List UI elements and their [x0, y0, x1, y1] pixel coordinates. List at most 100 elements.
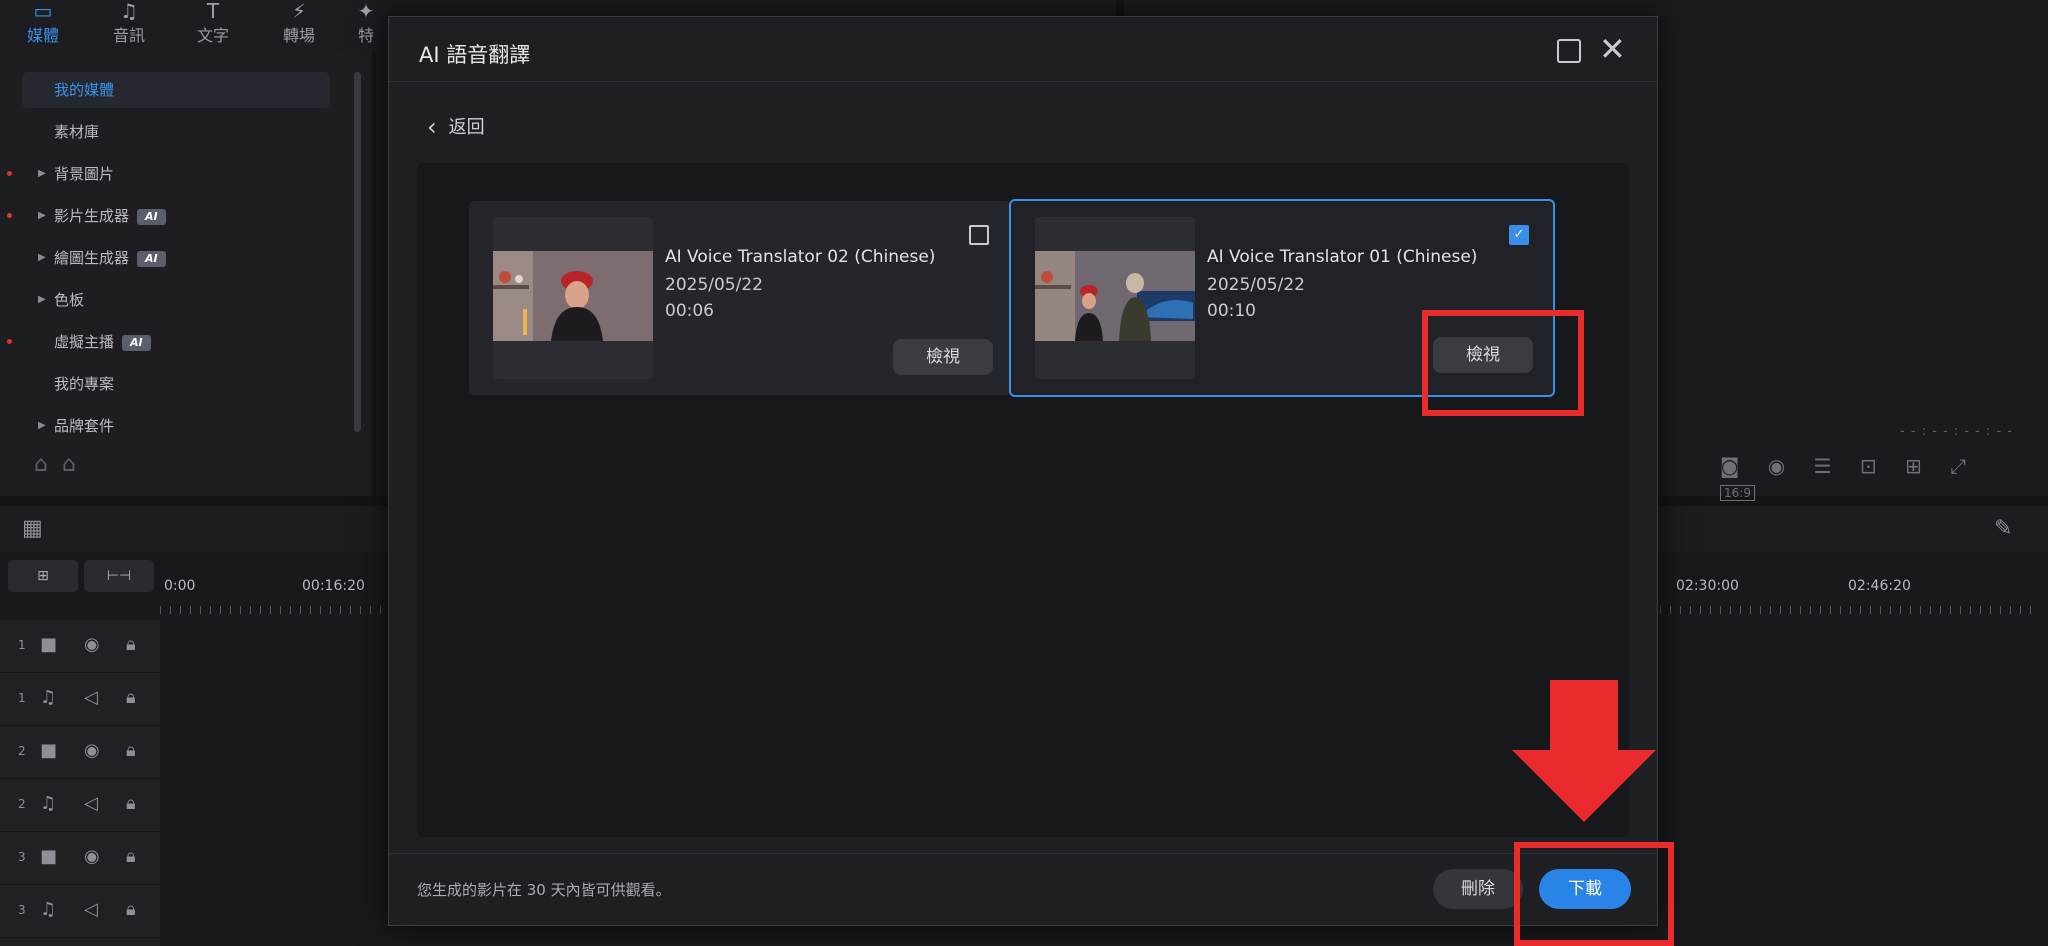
- tab-audio-label: 音訊: [112, 26, 145, 45]
- back-label: 返回: [448, 117, 485, 138]
- lock-icon[interactable]: 🔒︎: [126, 740, 136, 761]
- text-icon: T: [206, 0, 220, 23]
- lock-icon[interactable]: 🔒︎: [126, 687, 136, 708]
- select-checkbox-checked[interactable]: ✓: [1509, 225, 1529, 245]
- top-nav: ▭ 媒體 ♫ 音訊 T 文字 ⚡ 轉場 ✦ 特: [0, 0, 390, 52]
- speaker-icon[interactable]: ◁: [84, 687, 98, 708]
- media-sidebar: 我的媒體 素材庫 ▶ 背景圖片 ▶ 影片生成器 AI ▶ 繪圖生成器 AI ▶ 色板…: [0, 52, 372, 496]
- ruler-label: 02:30:00: [1676, 578, 1739, 594]
- lock-icon[interactable]: 🔒︎: [126, 634, 136, 655]
- tab-text[interactable]: T 文字: [178, 0, 248, 52]
- video-card[interactable]: AI Voice Translator 02 (Chinese) 2025/05…: [469, 201, 1011, 395]
- sidebar-item-label: 素材庫: [54, 123, 100, 141]
- remove-tag-icon[interactable]: ⌂: [62, 452, 76, 477]
- expand-triangle-icon: ▶: [38, 168, 46, 179]
- ai-badge: AI: [137, 251, 166, 267]
- music-note-icon: ♫: [40, 687, 57, 708]
- track-video-2[interactable]: 2 ■ ◉ 🔒︎: [0, 726, 160, 779]
- select-checkbox[interactable]: [969, 225, 989, 245]
- expand-triangle-icon: ▶: [38, 294, 46, 305]
- lock-icon[interactable]: 🔒︎: [126, 899, 136, 920]
- lock-icon[interactable]: 🔒︎: [126, 793, 136, 814]
- sidebar-item-library[interactable]: 素材庫: [0, 114, 340, 150]
- video-date: 2025/05/22: [1207, 275, 1305, 295]
- track-audio-3[interactable]: 3 ♫ ◁ 🔒︎: [0, 885, 160, 938]
- back-button[interactable]: ‹ 返回: [427, 113, 485, 141]
- layout-icon[interactable]: ⊞: [1905, 454, 1922, 478]
- new-dot: [7, 171, 12, 176]
- video-duration: 00:06: [665, 301, 714, 321]
- expand-triangle-icon: ▶: [38, 420, 46, 431]
- music-note-icon: ♫: [120, 0, 138, 23]
- ruler-label: 00:16:20: [302, 578, 365, 594]
- sidebar-item-image-generator[interactable]: ▶ 繪圖生成器 AI: [0, 240, 340, 276]
- expand-triangle-icon: ▶: [38, 252, 46, 263]
- tab-audio[interactable]: ♫ 音訊: [94, 0, 164, 52]
- tab-transition[interactable]: ⚡ 轉場: [264, 0, 334, 52]
- preview-controls: ◙ ◉ ☰ ⊡ ⊞ ⤢ 16:9: [1720, 454, 2048, 502]
- maximize-icon[interactable]: [1557, 39, 1581, 63]
- eye-icon[interactable]: ◉: [84, 634, 100, 655]
- results-area: AI Voice Translator 02 (Chinese) 2025/05…: [417, 163, 1629, 837]
- lock-icon[interactable]: 🔒︎: [126, 846, 136, 867]
- highlight-download-button: [1514, 842, 1674, 946]
- video-title: AI Voice Translator 01 (Chinese): [1207, 247, 1478, 267]
- sidebar-item-my-media[interactable]: 我的媒體: [22, 72, 330, 108]
- fullscreen-icon[interactable]: ⤢: [1950, 454, 1966, 478]
- record-icon[interactable]: ◉: [1768, 454, 1785, 478]
- new-dot: [7, 213, 12, 218]
- track-number: 2: [18, 797, 26, 811]
- edit-tools-icon[interactable]: ✎: [1994, 516, 2012, 541]
- tab-effects-label: 特: [357, 26, 374, 45]
- music-note-icon: ♫: [40, 899, 57, 920]
- video-date: 2025/05/22: [665, 275, 763, 295]
- sidebar-item-label: 我的專案: [54, 375, 115, 393]
- track-video-1[interactable]: 1 ■ ◉ 🔒︎: [0, 620, 160, 673]
- video-title: AI Voice Translator 02 (Chinese): [665, 247, 936, 267]
- highlight-view-button: [1422, 310, 1584, 416]
- ai-badge: AI: [122, 335, 151, 351]
- delete-button[interactable]: 刪除: [1433, 869, 1523, 909]
- view-button[interactable]: 檢視: [893, 339, 993, 375]
- ruler-label: 02:46:20: [1848, 578, 1911, 594]
- ruler-label: 0:00: [164, 578, 196, 594]
- dialog-title: AI 語音翻譯: [419, 43, 531, 67]
- preview-timecode: - - : - - : - - : - -: [1900, 424, 2013, 439]
- settings-list-icon[interactable]: ☰: [1814, 454, 1832, 478]
- speaker-icon[interactable]: ◁: [84, 793, 98, 814]
- track-number: 3: [18, 903, 26, 917]
- sidebar-item-backgrounds[interactable]: ▶ 背景圖片: [0, 156, 340, 192]
- sidebar-scrollbar[interactable]: [354, 72, 361, 432]
- speaker-icon[interactable]: ◁: [84, 899, 98, 920]
- track-headers: 1 ■ ◉ 🔒︎ 1 ♫ ◁ 🔒︎ 2 ■ ◉ 🔒︎ 2 ♫ ◁ 🔒︎ 3 ■ ◉ 🔒︎ 3 ♫ ◁ 🔒︎: [0, 620, 160, 946]
- track-audio-2[interactable]: 2 ♫ ◁ 🔒︎: [0, 779, 160, 832]
- sidebar-item-virtual-anchor[interactable]: 虛擬主播 AI: [0, 324, 340, 360]
- sidebar-item-label: 色板: [54, 291, 85, 309]
- music-note-icon: ♫: [40, 793, 57, 814]
- close-icon[interactable]: ✕: [1599, 31, 1626, 67]
- storyboard-icon[interactable]: ▦: [22, 516, 43, 541]
- eye-icon[interactable]: ◉: [84, 740, 100, 761]
- sidebar-item-color-board[interactable]: ▶ 色板: [0, 282, 340, 318]
- down-arrow-annotation: [1512, 680, 1656, 822]
- aspect-ratio-label[interactable]: 16:9: [1720, 485, 1755, 501]
- tab-transition-label: 轉場: [282, 26, 315, 45]
- add-tag-icon[interactable]: ⌂: [34, 452, 48, 477]
- video-camera-icon: ■: [40, 740, 58, 761]
- add-track-button[interactable]: ⊞: [8, 560, 78, 592]
- eye-icon[interactable]: ◉: [84, 846, 100, 867]
- camera-icon[interactable]: ◙: [1720, 454, 1739, 478]
- new-dot: [7, 339, 12, 344]
- sidebar-item-label: 影片生成器: [54, 207, 130, 225]
- track-number: 1: [18, 691, 26, 705]
- track-audio-1[interactable]: 1 ♫ ◁ 🔒︎: [0, 673, 160, 726]
- track-video-3[interactable]: 3 ■ ◉ 🔒︎: [0, 832, 160, 885]
- sidebar-item-video-generator[interactable]: ▶ 影片生成器 AI: [0, 198, 340, 234]
- tab-media[interactable]: ▭ 媒體: [8, 0, 78, 52]
- video-thumbnail[interactable]: [493, 217, 653, 379]
- sidebar-item-my-projects[interactable]: 我的專案: [0, 366, 340, 402]
- sidebar-item-brand-kit[interactable]: ▶ 品牌套件: [0, 408, 340, 444]
- fit-timeline-button[interactable]: ⊢⊣: [84, 560, 154, 592]
- video-thumbnail[interactable]: [1035, 217, 1195, 379]
- zoom-icon[interactable]: ⊡: [1860, 454, 1877, 478]
